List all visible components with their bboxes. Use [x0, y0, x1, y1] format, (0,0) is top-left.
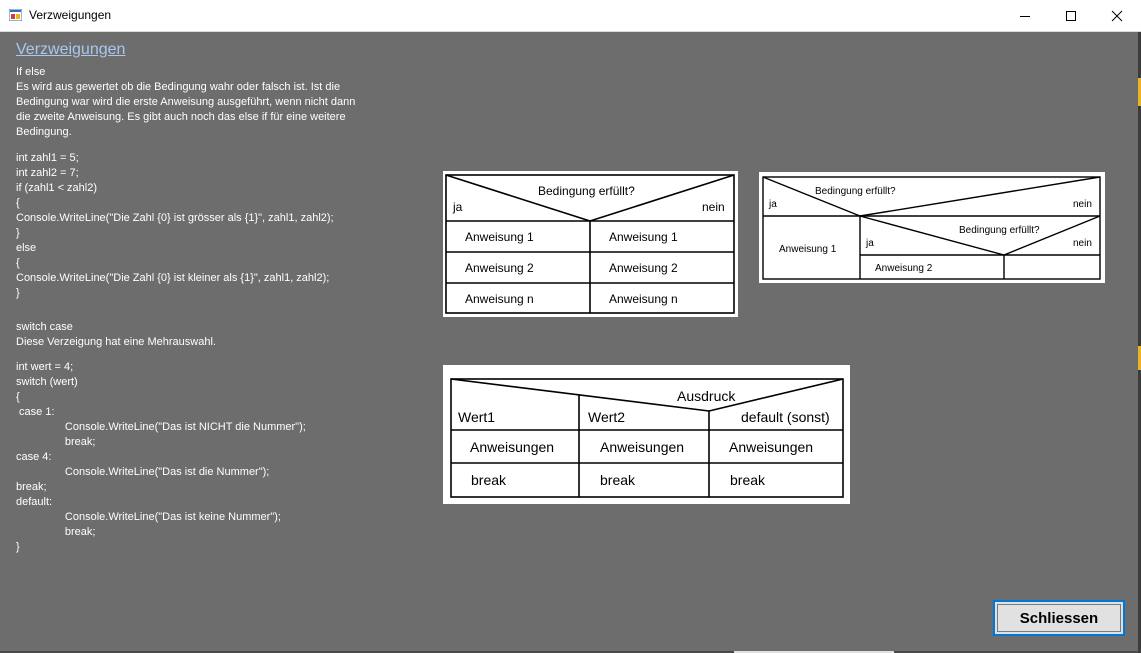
code-line: if (zahl1 < zahl2)	[16, 182, 98, 194]
inner-no-label: nein	[1073, 238, 1092, 249]
code-line: Console.WriteLine("Das ist NICHT die Num…	[16, 421, 306, 433]
text-line: Bedingung.	[16, 126, 72, 138]
statement-label: Anweisung 2	[609, 261, 678, 275]
statement-label: Anweisungen	[600, 439, 684, 455]
maximize-icon	[1066, 10, 1076, 21]
code-line: int zahl2 = 7;	[16, 167, 79, 179]
code-line: break;	[16, 526, 96, 538]
maximize-button[interactable]	[1048, 0, 1094, 31]
code-line: }	[16, 287, 20, 299]
code-line: Console.WriteLine("Die Zahl {0} ist grös…	[16, 212, 334, 224]
condition-label: Bedingung erfüllt?	[815, 186, 896, 197]
switch-case-diagram-graphic: Ausdruck Wert1 Wert2 default (sonst) Anw…	[450, 378, 844, 498]
case-label: Wert2	[588, 409, 625, 425]
case-label: Wert1	[458, 409, 495, 425]
no-label: nein	[1073, 199, 1092, 210]
yes-label: ja	[452, 200, 463, 214]
code-line: case 4:	[16, 451, 52, 463]
statement-label: Anweisung 2	[875, 263, 933, 274]
if-else-diagram-graphic: Bedingung erfüllt? ja nein Anweisung 1 A…	[445, 174, 735, 314]
code-line: }	[16, 227, 20, 239]
switch-case-diagram: Ausdruck Wert1 Wert2 default (sonst) Anw…	[443, 365, 850, 504]
code-line: Console.WriteLine("Die Zahl {0} ist klei…	[16, 272, 330, 284]
code-line: }	[16, 541, 20, 553]
expression-label: Ausdruck	[677, 388, 736, 404]
code-line: {	[16, 197, 20, 209]
minimize-button[interactable]	[1002, 0, 1048, 31]
code-line: {	[16, 257, 20, 269]
title-bar: Verzweigungen	[0, 0, 1141, 32]
nested-if-diagram-graphic: Bedingung erfüllt? ja nein Anweisung 1 B…	[762, 176, 1101, 280]
text-line: Es wird aus gewertet ob die Bedingung wa…	[16, 81, 341, 93]
statement-label: Anweisung 2	[465, 261, 534, 275]
code-line: {	[16, 391, 20, 403]
if-else-diagram: Bedingung erfüllt? ja nein Anweisung 1 A…	[443, 171, 738, 317]
code-line: Console.WriteLine("Das ist keine Nummer"…	[16, 511, 281, 523]
statement-label: Anweisung 1	[779, 244, 837, 255]
code-line: Console.WriteLine("Das ist die Nummer");	[16, 466, 270, 478]
code-line: default:	[16, 496, 53, 508]
code-line: break;	[16, 481, 47, 493]
text-if-else-title: If else	[16, 66, 46, 78]
close-icon	[1111, 10, 1123, 21]
focus-rect	[997, 604, 1121, 632]
code-line: break;	[16, 436, 96, 448]
text-line: Bedingung war wird die erste Anweisung a…	[16, 96, 356, 108]
break-label: break	[471, 472, 507, 488]
statement-label: Anweisung n	[609, 292, 678, 306]
condition-label: Bedingung erfüllt?	[538, 184, 635, 198]
close-window-button[interactable]	[1094, 0, 1140, 31]
inner-yes-label: ja	[865, 238, 874, 249]
statement-label: Anweisung 1	[609, 230, 678, 244]
statement-label: Anweisung 1	[465, 230, 534, 244]
page-title-link[interactable]: Verzweigungen	[16, 41, 125, 59]
nested-if-diagram: Bedingung erfüllt? ja nein Anweisung 1 B…	[759, 172, 1105, 283]
statement-label: Anweisung n	[465, 292, 534, 306]
yes-label: ja	[768, 199, 777, 210]
break-label: break	[600, 472, 636, 488]
code-line: int zahl1 = 5;	[16, 152, 79, 164]
text-line: die zweite Anweisung. Es gibt auch noch …	[16, 111, 346, 123]
app-icon	[9, 9, 22, 21]
statement-label: Anweisungen	[470, 439, 554, 455]
window-title: Verzweigungen	[29, 8, 112, 22]
code-line: int wert = 4;	[16, 361, 74, 373]
text-switch-title: switch case	[16, 321, 73, 333]
inner-condition-label: Bedingung erfüllt?	[959, 225, 1040, 236]
code-line: switch (wert)	[16, 376, 78, 388]
statement-label: Anweisungen	[729, 439, 813, 455]
no-label: nein	[702, 200, 725, 214]
case-label: default (sonst)	[741, 409, 830, 425]
close-button[interactable]: Schliessen	[993, 600, 1125, 636]
break-label: break	[730, 472, 766, 488]
code-line: case 1:	[16, 406, 55, 418]
minimize-icon	[1020, 15, 1030, 17]
text-line: Diese Verzeigung hat eine Mehrauswahl.	[16, 336, 216, 348]
code-line: else	[16, 242, 37, 254]
